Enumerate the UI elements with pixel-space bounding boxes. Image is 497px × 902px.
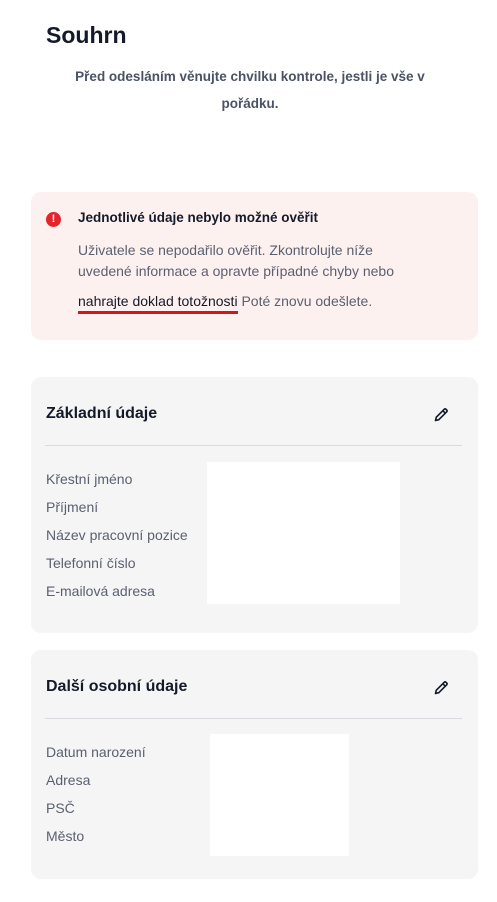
personal-info-field-list: Datum narození Adresa PSČ Město	[46, 742, 146, 854]
page-subtitle: Před odesláním věnujte chvilku kontrole,…	[75, 69, 425, 111]
divider	[45, 445, 462, 446]
page-title: Souhrn	[46, 22, 127, 48]
pencil-icon	[434, 408, 448, 422]
basic-info-field-list: Křestní jméno Příjmení Název pracovní po…	[46, 469, 188, 609]
divider	[45, 718, 462, 719]
field-label-city: Město	[46, 828, 85, 844]
field-label-email: E-mailová adresa	[46, 583, 155, 599]
basic-info-card: Základní údaje Křestní jméno Příjmení Ná…	[31, 377, 478, 633]
verification-error-alert: ! Jednotlivé údaje nebylo možné ověřit U…	[31, 192, 478, 340]
field-label-first-name: Křestní jméno	[46, 471, 133, 487]
error-icon: !	[46, 212, 61, 227]
field-label-birth-date: Datum narození	[46, 744, 146, 760]
upload-id-document-link[interactable]: nahrajte doklad totožnosti	[78, 293, 238, 314]
alert-message: Uživatele se nepodařilo ověřit. Zkontrol…	[78, 242, 394, 279]
basic-info-title: Základní údaje	[46, 405, 158, 422]
alert-followup-text: Poté znovu odešlete.	[237, 293, 373, 309]
personal-info-values	[210, 734, 349, 856]
field-label-job-title: Název pracovní pozice	[46, 527, 188, 543]
personal-info-title: Další osobní údaje	[46, 678, 188, 695]
pencil-icon	[434, 681, 448, 695]
edit-basic-info-button[interactable]	[432, 406, 450, 424]
field-label-postal-code: PSČ	[46, 800, 75, 816]
personal-info-card: Další osobní údaje Datum narození Adresa…	[31, 650, 478, 879]
edit-personal-info-button[interactable]	[432, 679, 450, 697]
alert-action-line: nahrajte doklad totožnosti Poté znovu od…	[78, 293, 373, 314]
field-label-last-name: Příjmení	[46, 499, 99, 515]
field-label-phone: Telefonní číslo	[46, 555, 136, 571]
alert-title: Jednotlivé údaje nebylo možné ověřit	[78, 210, 319, 225]
field-label-address: Adresa	[46, 772, 91, 788]
basic-info-values	[207, 462, 400, 604]
